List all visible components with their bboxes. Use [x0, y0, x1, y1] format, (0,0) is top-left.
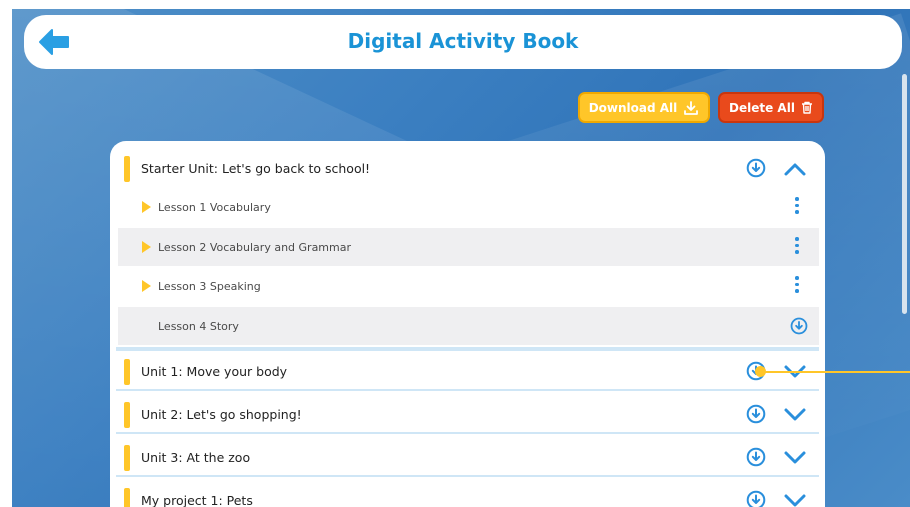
unit-row[interactable]: Unit 2: Let's go shopping! — [116, 394, 819, 434]
chevron-down-icon[interactable] — [783, 492, 807, 507]
play-triangle-icon — [142, 280, 151, 292]
download-icon — [684, 100, 699, 115]
unit-row[interactable]: Unit 3: At the zoo — [116, 437, 819, 477]
lesson-row[interactable]: Lesson 1 Vocabulary — [118, 188, 819, 226]
download-circle-icon[interactable] — [746, 447, 766, 467]
lesson-label: Lesson 2 Vocabulary and Grammar — [158, 241, 351, 254]
chevron-down-icon[interactable] — [783, 449, 807, 465]
unit-label: Unit 3: At the zoo — [141, 450, 251, 465]
page-title: Digital Activity Book — [347, 29, 579, 53]
delete-all-button[interactable]: Delete All — [718, 92, 824, 123]
more-options-icon[interactable] — [794, 276, 800, 296]
unit-marker — [124, 488, 130, 507]
unit-marker — [124, 402, 130, 428]
download-circle-icon[interactable] — [746, 404, 766, 424]
download-all-label: Download All — [588, 100, 678, 115]
lesson-row[interactable]: Lesson 3 Speaking — [118, 267, 819, 305]
scrollbar[interactable] — [902, 74, 907, 314]
unit-label: Unit 2: Let's go shopping! — [141, 407, 302, 422]
unit-marker — [124, 359, 130, 385]
play-triangle-icon — [142, 201, 151, 213]
unit-label: Unit 1: Move your body — [141, 364, 288, 379]
callout-pointer-line — [761, 371, 910, 373]
lesson-row[interactable]: Lesson 4 Story — [118, 307, 819, 345]
chevron-up-icon[interactable] — [783, 161, 807, 177]
unit-row[interactable]: Unit 1: Move your body — [116, 351, 819, 391]
delete-all-label: Delete All — [729, 100, 795, 115]
lesson-label: Lesson 3 Speaking — [158, 280, 261, 293]
chevron-down-icon[interactable] — [783, 406, 807, 422]
unit-label: Starter Unit: Let's go back to school! — [141, 161, 371, 176]
download-circle-icon[interactable] — [746, 158, 766, 178]
trash-icon — [801, 101, 812, 114]
unit-marker — [124, 156, 130, 182]
download-circle-icon[interactable] — [746, 490, 766, 507]
play-triangle-icon — [142, 241, 151, 253]
unit-label: My project 1: Pets — [141, 493, 253, 507]
unit-row-starter[interactable]: Starter Unit: Let's go back to school! — [116, 148, 819, 188]
unit-marker — [124, 445, 130, 471]
app-header: Digital Activity Book — [24, 15, 902, 69]
lesson-label: Lesson 4 Story — [158, 320, 239, 333]
lesson-label: Lesson 1 Vocabulary — [158, 201, 271, 214]
unit-row[interactable]: My project 1: Pets — [116, 480, 819, 507]
download-all-button[interactable]: Download All — [578, 92, 710, 123]
more-options-icon[interactable] — [794, 197, 800, 217]
unit-list-panel: Starter Unit: Let's go back to school! L… — [110, 141, 825, 507]
more-options-icon[interactable] — [794, 237, 800, 257]
lesson-row[interactable]: Lesson 2 Vocabulary and Grammar — [118, 228, 819, 266]
download-circle-icon[interactable] — [790, 317, 808, 335]
